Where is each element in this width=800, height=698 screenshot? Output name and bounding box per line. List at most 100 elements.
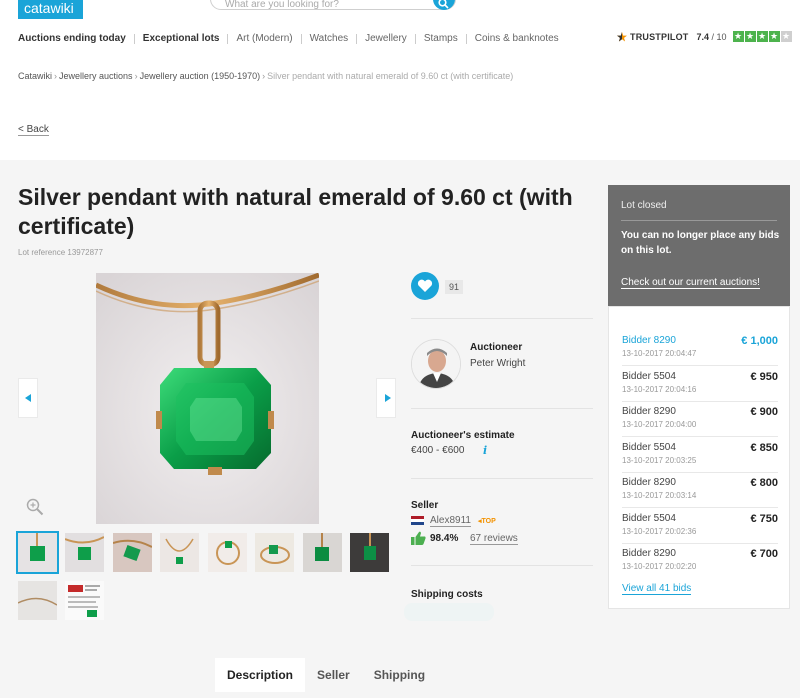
- thumbnail-8[interactable]: [350, 533, 389, 572]
- star-icon: ★: [780, 31, 792, 42]
- breadcrumb-separator: ›: [262, 71, 266, 81]
- bid-date: 13-10-2017 20:04:16: [622, 384, 697, 394]
- info-icon[interactable]: i: [483, 444, 487, 457]
- bid-amount: € 900: [750, 406, 778, 418]
- breadcrumb-item[interactable]: Jewellery auction (1950-1970): [140, 71, 261, 81]
- back-link[interactable]: < Back: [18, 124, 49, 136]
- thumbnail-7[interactable]: [303, 533, 342, 572]
- bidder-name: Bidder 5504: [622, 441, 676, 453]
- star-icon: ★: [744, 31, 756, 42]
- trustpilot-score-value: 7.4: [696, 31, 710, 42]
- star-icon: ★: [732, 31, 744, 42]
- top-seller-badge: ◂TOP: [478, 518, 496, 525]
- favorite-button[interactable]: [411, 272, 439, 300]
- nav-item[interactable]: Watches: [302, 34, 358, 44]
- divider: [622, 365, 778, 366]
- thumbnail-6[interactable]: [255, 533, 294, 572]
- previous-image-button[interactable]: [18, 378, 38, 418]
- divider: [622, 471, 778, 473]
- thumbnail-5[interactable]: [208, 533, 247, 572]
- nav-item[interactable]: Stamps: [416, 34, 467, 44]
- heart-icon: [417, 279, 433, 292]
- divider: [622, 400, 778, 402]
- bid-date: 13-10-2017 20:02:20: [622, 562, 697, 571]
- divider: [622, 542, 778, 544]
- seller-rating: 98.4%: [430, 533, 459, 544]
- auctioneer-label: Auctioneer: [470, 342, 523, 353]
- nav-item[interactable]: Art (Modern): [228, 34, 302, 44]
- estimate-value: €400 - €600: [411, 445, 465, 456]
- shipping-costs-placeholder: [404, 603, 494, 621]
- breadcrumb-item[interactable]: Jewellery auctions: [59, 71, 133, 81]
- arrow-left-icon: [25, 394, 31, 402]
- emerald-pendant-image: [96, 273, 319, 524]
- thumbnail-1[interactable]: [16, 531, 59, 574]
- arrow-right-icon: [385, 394, 391, 402]
- bid-date: 13-10-2017 20:04:00: [622, 420, 697, 429]
- divider: [621, 220, 777, 221]
- catawiki-logo[interactable]: catawiki: [18, 0, 83, 19]
- tab-description[interactable]: Description: [215, 658, 306, 692]
- bid-row: Bidder 8290 13-10-2017 20:02:20 € 700: [622, 548, 778, 578]
- breadcrumb-separator: ›: [54, 71, 58, 81]
- top-header: catawiki What are you looking for?: [0, 0, 800, 20]
- trustpilot-score-max: / 10: [711, 31, 727, 42]
- bid-date: 13-10-2017 20:02:36: [622, 526, 697, 536]
- trustpilot-rating[interactable]: TRUSTPILOT 7.4 / 10 ★ ★ ★ ★ ★: [617, 31, 793, 42]
- bid-amount: € 700: [750, 548, 778, 560]
- divider: [411, 408, 593, 409]
- bidder-name: Bidder 8290: [622, 406, 676, 417]
- bid-amount: € 800: [750, 477, 778, 489]
- bid-date: 13-10-2017 20:03:25: [622, 455, 697, 465]
- divider: [622, 436, 778, 437]
- bid-date: 13-10-2017 20:03:14: [622, 491, 697, 500]
- nav-item[interactable]: Jewellery: [357, 34, 416, 44]
- auctioneer-name[interactable]: Peter Wright: [470, 358, 525, 369]
- thumbnail-9[interactable]: [18, 581, 57, 620]
- lot-tabs: Description Seller Shipping: [215, 658, 437, 698]
- trustpilot-logo-icon: [617, 31, 627, 41]
- estimate-label: Auctioneer's estimate: [411, 430, 515, 441]
- trustpilot-name: TRUSTPILOT: [630, 31, 689, 42]
- bid-row: Bidder 5504 13-10-2017 20:02:36 € 750: [622, 513, 778, 543]
- breadcrumb-separator: ›: [134, 71, 138, 81]
- bid-row: Bidder 5504 13-10-2017 20:04:16 € 950: [622, 371, 778, 401]
- current-auctions-link[interactable]: Check out our current auctions!: [621, 277, 760, 289]
- tab-shipping[interactable]: Shipping: [362, 658, 437, 692]
- nav-item[interactable]: Auctions ending today: [18, 34, 135, 44]
- view-all-bids-link[interactable]: View all 41 bids: [622, 583, 692, 595]
- thumbnail-4[interactable]: [160, 533, 199, 572]
- breadcrumb-current: Silver pendant with natural emerald of 9…: [267, 71, 514, 81]
- bidder-name: Bidder 5504: [622, 370, 676, 382]
- bid-amount: € 850: [750, 441, 778, 454]
- bid-date: 13-10-2017 20:04:47: [622, 349, 697, 358]
- bidder-name: Bidder 8290: [622, 548, 676, 559]
- star-icon: ★: [768, 31, 780, 42]
- shipping-costs-label: Shipping costs: [411, 589, 483, 600]
- tab-seller[interactable]: Seller: [305, 658, 362, 692]
- zoom-icon: [26, 498, 44, 516]
- thumbnail-3[interactable]: [113, 533, 152, 572]
- zoom-button[interactable]: [26, 498, 44, 521]
- divider: [411, 318, 593, 319]
- seller-reviews-link[interactable]: 67 reviews: [470, 533, 518, 545]
- seller-name-link[interactable]: Alex8911: [430, 515, 471, 527]
- bidder-name: Bidder 5504: [622, 512, 676, 524]
- divider: [622, 507, 778, 508]
- search-input[interactable]: What are you looking for?: [210, 0, 456, 10]
- trustpilot-stars: ★ ★ ★ ★ ★: [732, 31, 793, 42]
- bid-row: Bidder 8290 13-10-2017 20:04:00 € 900: [622, 406, 778, 436]
- thumbnail-10[interactable]: [65, 581, 104, 620]
- flag-icon: [411, 516, 424, 525]
- star-icon: ★: [756, 31, 768, 42]
- main-lot-image[interactable]: [96, 273, 319, 524]
- nav-item[interactable]: Coins & banknotes: [467, 34, 567, 44]
- divider: [411, 565, 593, 566]
- next-image-button[interactable]: [376, 378, 396, 418]
- search-icon: [438, 0, 449, 9]
- thumbnail-2[interactable]: [65, 533, 104, 572]
- bid-row: Bidder 5504 13-10-2017 20:03:25 € 850: [622, 442, 778, 472]
- bidder-name: Bidder 8290: [622, 477, 676, 488]
- breadcrumb-item[interactable]: Catawiki: [18, 71, 52, 81]
- nav-item[interactable]: Exceptional lots: [135, 34, 229, 44]
